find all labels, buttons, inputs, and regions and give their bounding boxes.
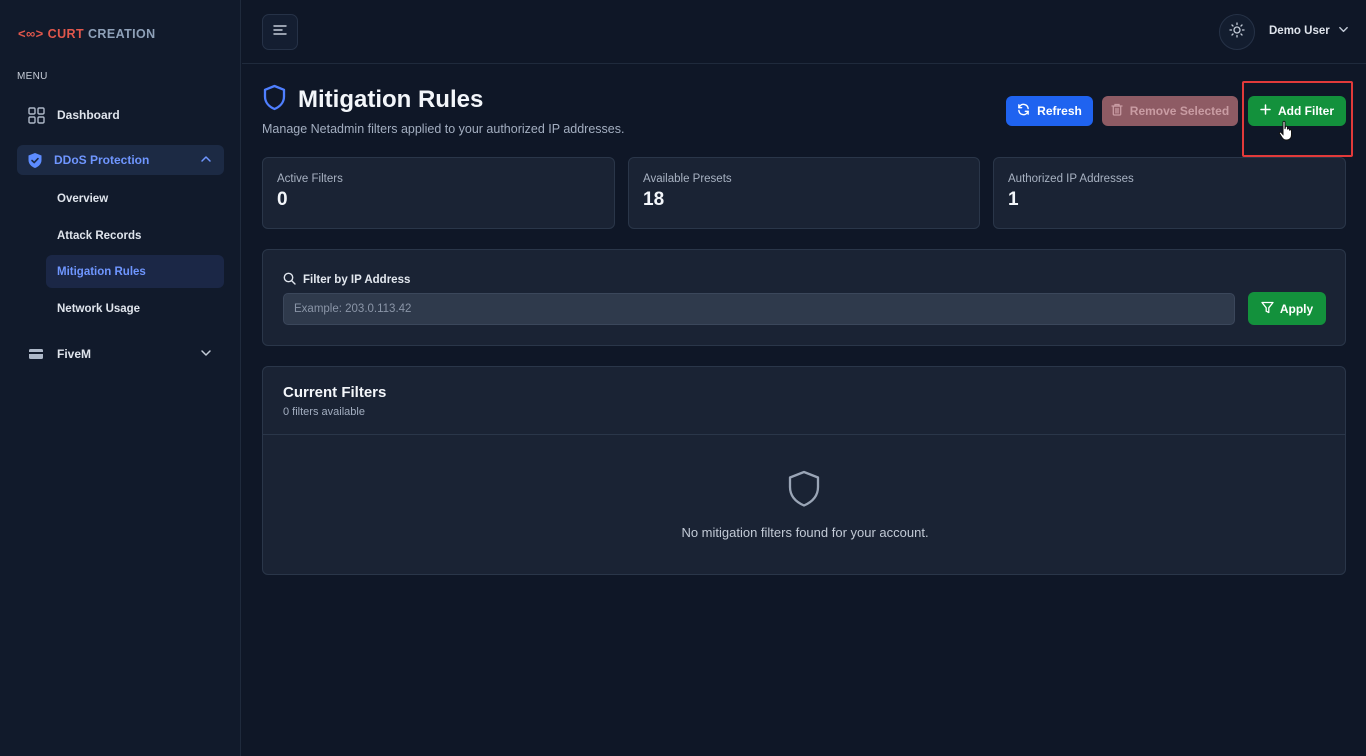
sidebar-subitem-network-usage[interactable]: Network Usage (46, 292, 224, 325)
hand-cursor-icon (1278, 120, 1294, 147)
sidebar-toggle-button[interactable] (262, 14, 298, 50)
sidebar-subitem-mitigation-rules[interactable]: Mitigation Rules (46, 255, 224, 288)
user-name: Demo User (1269, 25, 1330, 37)
page-header: Mitigation Rules Manage Netadmin filters… (262, 84, 624, 136)
stat-label: Available Presets (643, 173, 732, 185)
card-icon (27, 345, 45, 363)
funnel-icon (1261, 301, 1274, 317)
trash-icon (1111, 103, 1123, 119)
sidebar-subitem-overview[interactable]: Overview (46, 182, 224, 215)
grid-icon (27, 106, 45, 124)
stat-value: 1 (1008, 189, 1019, 210)
theme-toggle-button[interactable] (1219, 14, 1255, 50)
search-icon (283, 272, 296, 288)
top-bar: Demo User (242, 0, 1366, 64)
filter-label-text: Filter by IP Address (303, 274, 411, 286)
brand-word-2: CREATION (87, 26, 156, 41)
logo-icon: <∞> (18, 26, 44, 41)
page-title: Mitigation Rules (298, 86, 484, 113)
page-subtitle: Manage Netadmin filters applied to your … (262, 122, 625, 136)
refresh-button[interactable]: Refresh (1006, 96, 1093, 126)
sidebar-item-label: DDoS Protection (54, 153, 150, 167)
stat-value: 18 (643, 189, 665, 210)
ip-address-input[interactable] (283, 293, 1235, 325)
add-filter-button[interactable]: Add Filter (1248, 96, 1346, 126)
menu-label: MENU (17, 71, 48, 82)
ip-filter-panel: Filter by IP Address Apply (262, 249, 1346, 346)
stat-value: 0 (277, 189, 288, 210)
sidebar-item-label: Dashboard (57, 108, 120, 122)
brand-logo[interactable]: <∞> CURT CREATION (18, 26, 156, 41)
remove-selected-button[interactable]: Remove Selected (1102, 96, 1238, 126)
current-filters-title: Current Filters (283, 384, 387, 401)
brand-word-1: CURT (47, 26, 84, 41)
stat-card-authorized-ips: Authorized IP Addresses 1 (993, 157, 1346, 229)
apply-label: Apply (1279, 301, 1314, 316)
sidebar-item-ddos-protection[interactable]: DDoS Protection (17, 145, 224, 175)
current-filters-header: Current Filters 0 filters available (263, 367, 1345, 435)
apply-button[interactable]: Apply (1248, 292, 1326, 325)
plus-icon (1260, 104, 1271, 118)
menu-icon (273, 23, 287, 41)
shield-check-icon (26, 151, 44, 169)
refresh-icon (1017, 103, 1030, 119)
sidebar-subitem-attack-records[interactable]: Attack Records (46, 219, 224, 252)
chevron-down-icon (200, 347, 212, 362)
sidebar-item-dashboard[interactable]: Dashboard (17, 100, 224, 130)
stat-label: Authorized IP Addresses (1008, 173, 1134, 185)
chevron-up-icon (200, 153, 212, 168)
sidebar-item-label: FiveM (57, 347, 92, 361)
current-filters-panel: Current Filters 0 filters available No m… (262, 366, 1346, 575)
stat-label: Active Filters (277, 173, 343, 185)
filter-label: Filter by IP Address (283, 272, 410, 288)
shield-icon (262, 84, 287, 116)
sun-icon (1229, 21, 1245, 43)
stat-card-active-filters: Active Filters 0 (262, 157, 615, 229)
add-filter-label: Add Filter (1278, 104, 1334, 118)
stat-card-available-presets: Available Presets 18 (628, 157, 980, 229)
sidebar: <∞> CURT CREATION MENU Dashboard DDoS Pr… (0, 0, 241, 756)
empty-state-message: No mitigation filters found for your acc… (681, 525, 929, 540)
shield-empty-icon (786, 469, 822, 514)
chevron-down-icon (1338, 24, 1349, 38)
refresh-label: Refresh (1037, 104, 1082, 118)
remove-selected-label: Remove Selected (1129, 104, 1230, 118)
current-filters-count: 0 filters available (283, 406, 365, 418)
user-menu[interactable]: Demo User (1269, 24, 1349, 38)
sidebar-item-fivem[interactable]: FiveM (17, 339, 224, 369)
